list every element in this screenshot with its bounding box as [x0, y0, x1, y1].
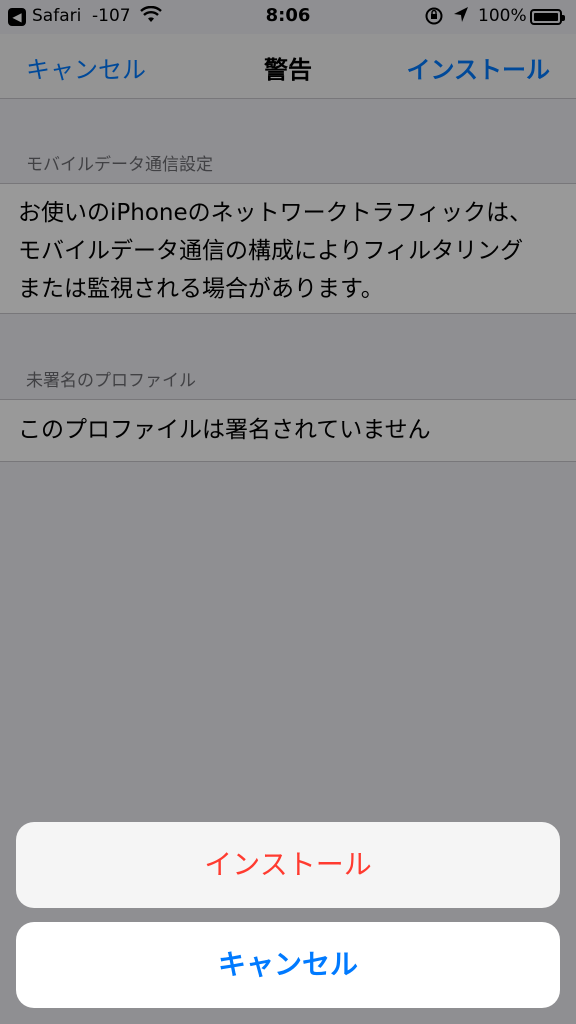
screen: ◀ Safari -107 8:06 100% キャンセル 警告 インストール …: [0, 0, 576, 1024]
install-action-button[interactable]: インストール: [16, 822, 560, 908]
cancel-action-button[interactable]: キャンセル: [16, 922, 560, 1008]
